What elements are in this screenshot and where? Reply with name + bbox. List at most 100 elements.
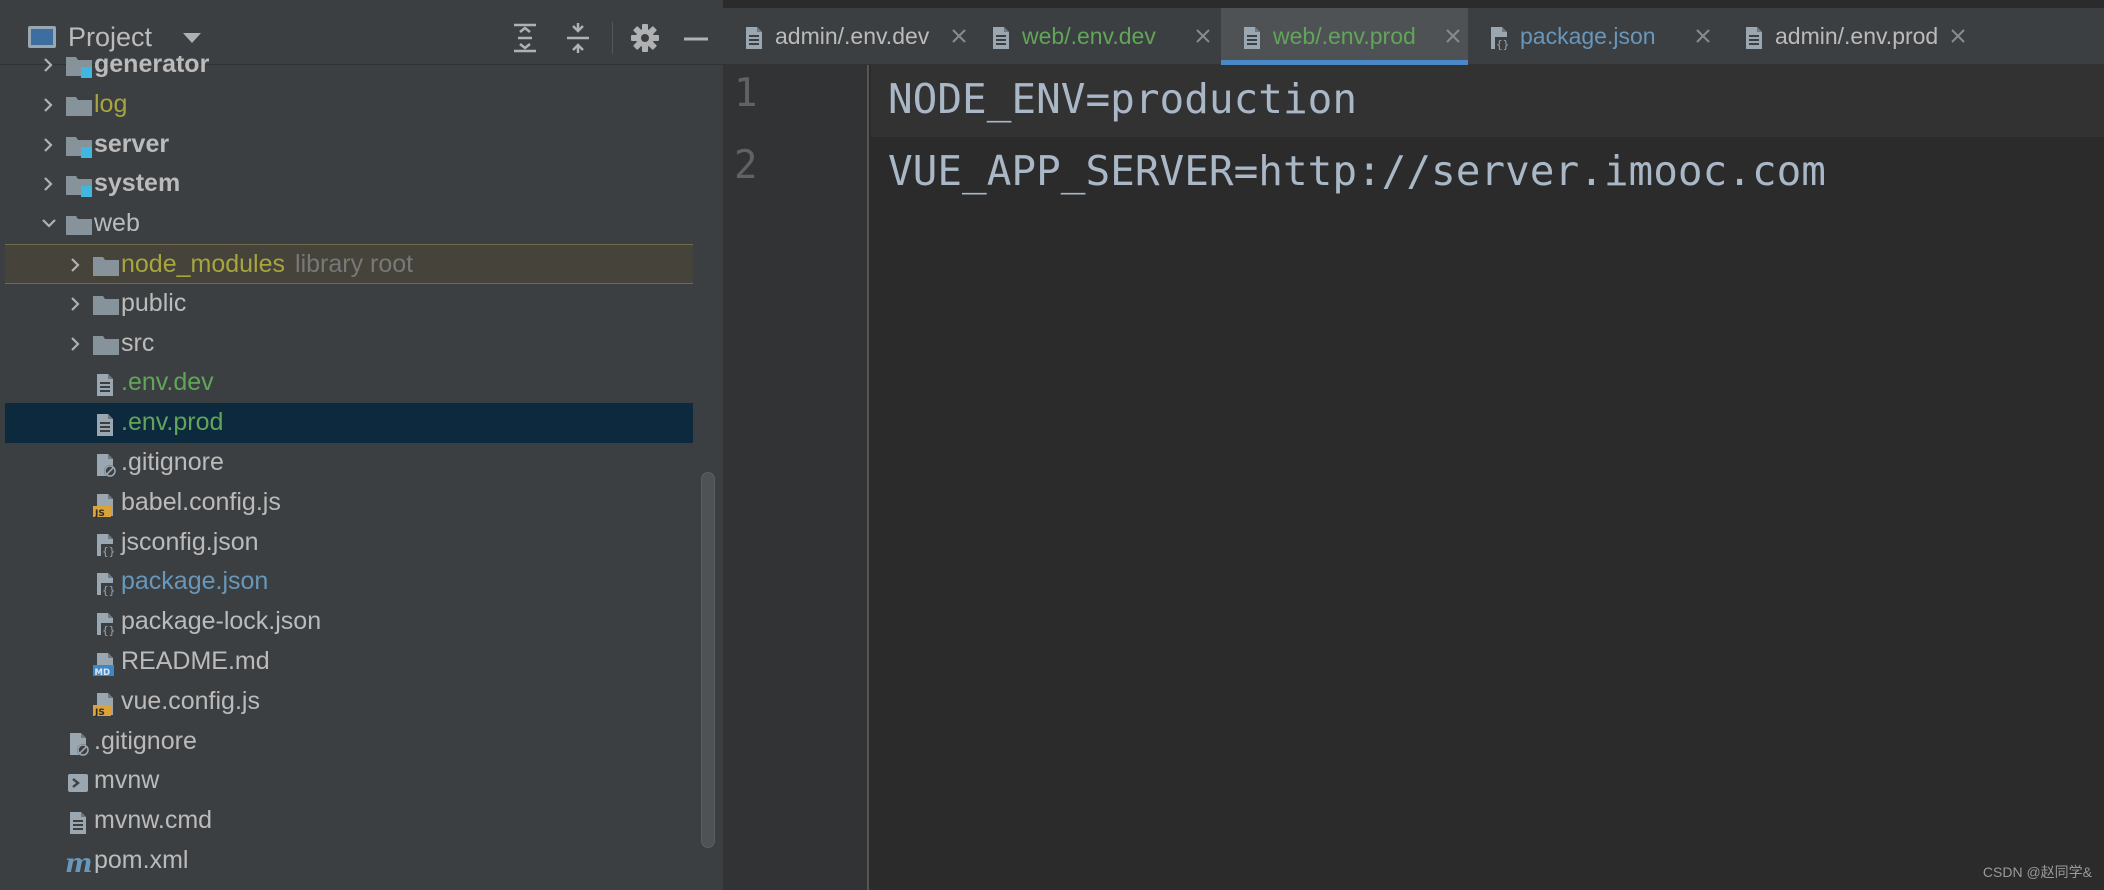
svg-text:MD: MD xyxy=(95,668,111,677)
hide-icon[interactable] xyxy=(679,21,713,55)
tree-item-node-modules[interactable]: node_modules library root xyxy=(5,244,693,284)
tree-item-src[interactable]: src xyxy=(5,324,693,364)
code-line[interactable]: VUE_APP_SERVER=http://server.imooc.com xyxy=(888,147,1826,195)
text-file-icon xyxy=(988,25,1010,49)
svg-text:{}: {} xyxy=(1496,38,1509,51)
folder-icon xyxy=(65,213,92,237)
expand-all-icon[interactable] xyxy=(508,21,542,55)
library-root-hint: library root xyxy=(295,250,414,278)
editor-tab-package-json[interactable]: {} package.json xyxy=(1468,8,1723,65)
text-file-icon xyxy=(65,810,91,835)
tree-item-mvnw[interactable]: mvnw xyxy=(5,761,693,801)
tab-label: admin/.env.dev xyxy=(775,23,930,49)
project-tree-scrollbar[interactable] xyxy=(701,472,715,848)
chevron-right-icon[interactable] xyxy=(41,137,55,152)
tree-item-label: .env.prod xyxy=(121,408,224,437)
svg-text:{}: {} xyxy=(102,624,115,637)
json-file-icon: {} xyxy=(1486,25,1509,51)
chevron-right-icon[interactable] xyxy=(41,57,55,72)
module-folder-icon xyxy=(65,173,92,198)
shell-file-icon xyxy=(65,770,91,794)
svg-text:{}: {} xyxy=(102,545,115,558)
project-tool-window: Project generator log server system web node_… xyxy=(0,0,723,890)
tree-item-label: log xyxy=(94,89,128,118)
json-file-icon: {} xyxy=(92,611,118,637)
close-icon[interactable] xyxy=(1948,26,1968,46)
module-folder-icon xyxy=(65,134,92,158)
chevron-right-icon[interactable] xyxy=(41,176,55,192)
chevron-right-icon[interactable] xyxy=(68,257,82,272)
line-number-gutter: 12 xyxy=(723,65,869,890)
project-window-icon xyxy=(28,26,56,48)
svg-text:JS: JS xyxy=(94,509,105,518)
tree-item-dot-env-dev[interactable]: .env.dev xyxy=(5,363,693,403)
tree-item-label: .gitignore xyxy=(121,448,224,476)
ignore-file-icon xyxy=(92,452,118,477)
tree-item-system[interactable]: system xyxy=(5,164,693,204)
tree-item-mvnw-cmd[interactable]: mvnw.cmd xyxy=(5,801,693,841)
tree-item-dot-gitignore[interactable]: .gitignore xyxy=(5,722,693,762)
ignore-file-icon xyxy=(65,731,91,756)
tree-item-public[interactable]: public xyxy=(5,284,693,324)
tree-item-log[interactable]: log xyxy=(5,85,693,125)
line-number: 2 xyxy=(734,143,758,188)
tree-item-label: README.md xyxy=(121,647,270,675)
code-line[interactable]: NODE_ENV=production xyxy=(888,75,1357,123)
collapse-all-icon[interactable] xyxy=(561,21,595,55)
project-tree: generator log server system web node_modules l… xyxy=(5,56,693,890)
close-icon[interactable] xyxy=(1443,26,1463,46)
close-icon[interactable] xyxy=(1193,26,1213,46)
tree-item-label: mvnw xyxy=(94,766,160,795)
tree-item-vue-config-js[interactable]: JS vue.config.js xyxy=(5,682,693,722)
editor-tab-web-env-dev[interactable]: web/.env.dev xyxy=(970,8,1214,65)
header-separator xyxy=(612,22,613,54)
tree-item-babel-config-js[interactable]: JS babel.config.js xyxy=(5,483,693,523)
tree-item-label: web xyxy=(94,209,140,238)
tree-item-dot-gitignore[interactable]: .gitignore xyxy=(5,443,693,483)
tree-item-label: vue.config.js xyxy=(121,686,260,715)
tree-item-generator[interactable]: generator xyxy=(5,56,693,85)
editor-tab-web-env-prod[interactable]: web/.env.prod xyxy=(1221,8,1468,65)
tree-item-jsconfig-json[interactable]: {} jsconfig.json xyxy=(5,523,693,563)
tree-item-pom-xml[interactable]: m pom.xml xyxy=(5,841,693,881)
editor-tab-admin-env-dev[interactable]: admin/.env.dev xyxy=(723,8,970,65)
tree-item-label: babel.config.js xyxy=(121,487,281,516)
folder-icon xyxy=(92,254,119,278)
chevron-down-icon[interactable] xyxy=(41,216,56,230)
close-icon[interactable] xyxy=(949,26,969,46)
line-number: 1 xyxy=(734,71,758,116)
svg-text:m: m xyxy=(65,850,93,876)
folder-icon xyxy=(65,94,92,118)
tree-item-server[interactable]: server xyxy=(5,125,693,165)
close-icon[interactable] xyxy=(1693,26,1713,46)
tree-item-label: package.json xyxy=(121,567,269,596)
project-view-dropdown-icon[interactable] xyxy=(183,33,201,43)
tree-item-web[interactable]: web xyxy=(5,204,693,244)
tree-item-readme-md[interactable]: MD README.md xyxy=(5,642,693,682)
md-file-icon: MD xyxy=(92,651,118,678)
chevron-right-icon[interactable] xyxy=(68,296,82,311)
code-editor[interactable]: NODE_ENV=production VUE_APP_SERVER=http:/… xyxy=(871,65,2104,890)
maven-icon: m xyxy=(65,849,93,879)
tree-item-label: public xyxy=(121,288,187,317)
gear-icon[interactable] xyxy=(628,21,662,55)
chevron-right-icon[interactable] xyxy=(41,97,55,112)
tree-item-label: system xyxy=(94,169,181,198)
editor-tab-admin-env-prod[interactable]: admin/.env.prod xyxy=(1723,8,1968,65)
project-title[interactable]: Project xyxy=(68,22,152,53)
json-file-icon: {} xyxy=(92,571,118,597)
tree-item-package-lock-json[interactable]: {} package-lock.json xyxy=(5,602,693,642)
json-file-icon: {} xyxy=(92,532,118,558)
tree-item-label: node_modules library root xyxy=(121,250,414,278)
tree-item-label: jsconfig.json xyxy=(121,527,259,556)
tree-item-dot-env-prod[interactable]: .env.prod xyxy=(5,403,693,444)
tree-item-label: .gitignore xyxy=(94,726,197,755)
text-file-icon xyxy=(92,412,118,437)
chevron-right-icon[interactable] xyxy=(68,336,82,351)
tab-label: web/.env.prod xyxy=(1273,23,1416,49)
editor-tab-bar: admin/.env.dev web/.env.dev web/.env.prod {… xyxy=(723,8,2104,65)
tree-item-label: mvnw.cmd xyxy=(94,806,213,835)
tree-item-package-json[interactable]: {} package.json xyxy=(5,562,693,602)
js-file-icon: JS xyxy=(92,691,118,718)
tree-item-label: package-lock.json xyxy=(121,607,322,636)
